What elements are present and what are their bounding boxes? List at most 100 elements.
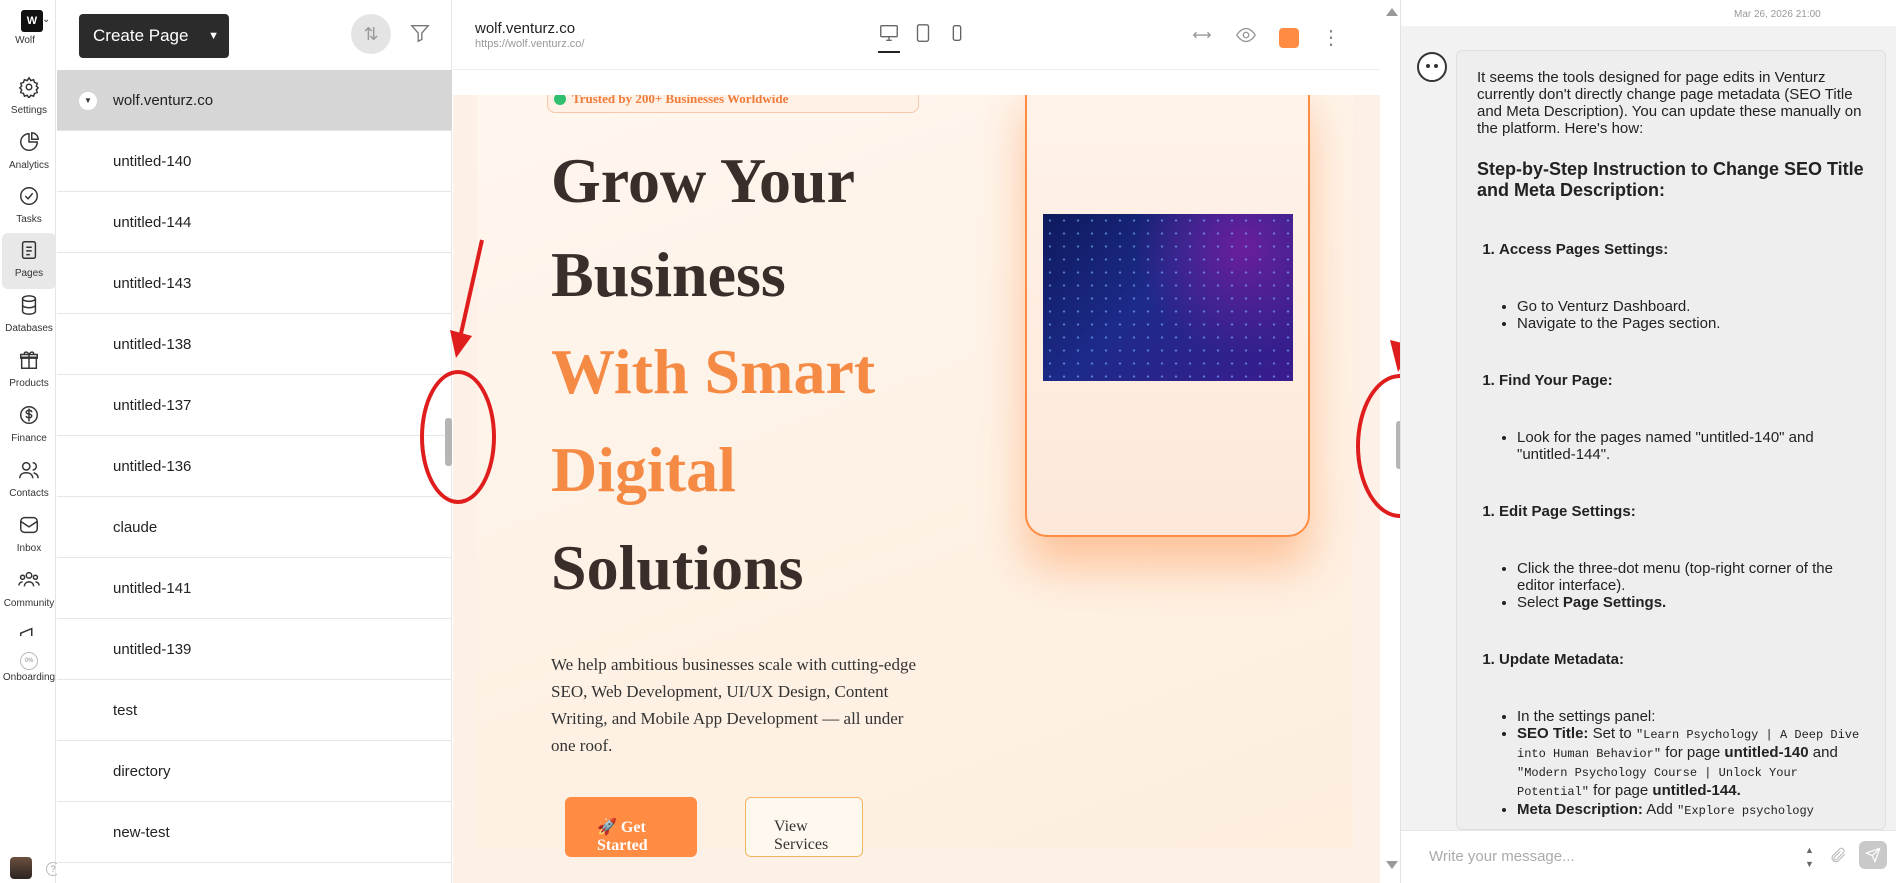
message-intro: It seems the tools designed for page edi…	[1477, 69, 1862, 137]
rail-item-onboarding[interactable]: 0% Onboarding	[2, 642, 56, 698]
bold-text: untitled-144.	[1652, 782, 1741, 799]
page-row[interactable]: untitled-139	[57, 619, 452, 680]
page-row[interactable]: untitled-140	[57, 131, 452, 192]
hero-section: Trusted by 200+ Businesses Worldwide Gro…	[477, 95, 1353, 857]
step-bullet: Go to Venturz Dashboard.	[1517, 298, 1871, 315]
rail-label-databases: Databases	[5, 323, 53, 334]
funnel-icon	[410, 24, 430, 43]
rail-label-settings: Settings	[10, 105, 48, 116]
app-root: W ⌄ Wolf Settings Analytics Tasks Pages …	[0, 0, 1896, 883]
preview-toolbar: wolf.venturz.co https://wolf.venturz.co/…	[453, 0, 1380, 70]
eye-icon[interactable]	[1235, 24, 1257, 51]
red-circle-left	[420, 370, 496, 504]
create-page-button[interactable]: Create Page ▼	[79, 14, 229, 58]
rail-item-products[interactable]: Products	[2, 343, 56, 399]
step-bullet: Navigate to the Pages section.	[1517, 315, 1871, 332]
brand-color-swatch[interactable]	[1279, 27, 1299, 48]
rail-item-settings[interactable]: Settings	[2, 70, 56, 126]
text: for page	[1661, 744, 1725, 761]
rail-item-community[interactable]: Community	[2, 563, 56, 619]
avatar[interactable]	[10, 857, 32, 879]
step-bullet: SEO Title: Set to "Learn Psychology | A …	[1517, 725, 1871, 801]
kebab-menu-icon[interactable]: ⋮	[1321, 28, 1341, 48]
step-bullet: Look for the pages named "untitled-140" …	[1517, 429, 1871, 463]
bold-text: Page Settings.	[1562, 594, 1667, 611]
page-row[interactable]: untitled-141	[57, 558, 452, 619]
sort-icon[interactable]: ⇅	[351, 14, 391, 54]
text: for page	[1589, 782, 1653, 799]
hero-title-line-5: Solutions	[551, 532, 804, 603]
hero-title-line-1: Grow Your	[551, 145, 855, 216]
code-text: "Explore psychology	[1677, 804, 1814, 818]
filter-icon[interactable]	[409, 22, 431, 49]
step-bullets: Look for the pages named "untitled-140" …	[1517, 429, 1871, 463]
step-list: Access Pages Settings:	[1499, 241, 1871, 258]
workspace-name: Wolf	[15, 35, 35, 46]
dollar-circle-icon	[20, 406, 38, 424]
pages-header: Create Page ▼ ⇅	[57, 0, 452, 70]
text: and	[1808, 744, 1838, 761]
page-row[interactable]: test	[57, 680, 452, 741]
step-title: Find Your Page:	[1499, 372, 1871, 389]
scroll-down-icon[interactable]	[1386, 861, 1398, 869]
device-switcher	[878, 22, 968, 53]
page-row[interactable]: untitled-143	[57, 253, 452, 314]
page-list: ▼ wolf.venturz.co untitled-140 untitled-…	[57, 70, 452, 863]
step-title: Update Metadata:	[1499, 651, 1871, 668]
rail-item-finance[interactable]: Finance	[2, 398, 56, 454]
page-row[interactable]: untitled-138	[57, 314, 452, 375]
view-services-button[interactable]: View Services	[745, 797, 863, 857]
message-heading: Step-by-Step Instruction to Change SEO T…	[1477, 159, 1864, 200]
collapse-toggle-icon[interactable]: ▼	[79, 92, 97, 110]
step-bullet: Click the three-dot menu (top-right corn…	[1517, 560, 1871, 594]
rail-label-onboarding: Onboarding	[2, 672, 56, 683]
mail-icon	[20, 516, 38, 534]
step-bullets: Go to Venturz Dashboard. Navigate to the…	[1517, 298, 1871, 332]
workspace-switcher[interactable]: W ⌄ Wolf	[12, 10, 52, 46]
stepper-icon[interactable]: ▲ ▼	[1805, 843, 1814, 871]
page-row[interactable]: claude	[57, 497, 452, 558]
chat-composer: Write your message... ▲ ▼	[1401, 830, 1896, 883]
phone-mockup	[1025, 95, 1310, 537]
step-title: Edit Page Settings:	[1499, 503, 1871, 520]
network-image	[1043, 214, 1293, 381]
rail-label-pages: Pages	[14, 268, 44, 279]
site-url[interactable]: https://wolf.venturz.co/	[475, 38, 584, 50]
step-title: Access Pages Settings:	[1499, 241, 1871, 258]
page-row[interactable]: untitled-137	[57, 375, 452, 436]
trusted-text: Trusted by 200+ Businesses Worldwide	[572, 95, 789, 106]
rail-item-contacts[interactable]: Contacts	[2, 453, 56, 509]
mobile-icon[interactable]	[946, 22, 968, 53]
bold-text: untitled-140	[1724, 744, 1809, 761]
rail-item-tasks[interactable]: Tasks	[2, 179, 56, 235]
rail-item-partial[interactable]	[2, 618, 56, 636]
desktop-icon[interactable]	[878, 22, 900, 53]
get-started-button[interactable]: 🚀 Get Started	[565, 797, 697, 857]
preview-canvas: Trusted by 200+ Businesses Worldwide Gro…	[453, 95, 1380, 883]
page-row[interactable]: untitled-144	[57, 192, 452, 253]
workspace-logo: W	[21, 10, 43, 32]
caret-down-icon[interactable]: ▼	[208, 14, 219, 58]
page-row[interactable]: directory	[57, 741, 452, 802]
trusted-badge: Trusted by 200+ Businesses Worldwide	[547, 95, 919, 113]
rail-item-analytics[interactable]: Analytics	[2, 125, 56, 181]
scroll-up-icon[interactable]	[1386, 8, 1398, 16]
rail-item-databases[interactable]: Databases	[2, 288, 56, 344]
page-row-root[interactable]: ▼ wolf.venturz.co	[57, 70, 452, 131]
step-bullet: In the settings panel:	[1517, 708, 1871, 725]
pages-panel: Create Page ▼ ⇅ ▼ wolf.venturz.co untitl…	[57, 0, 452, 883]
gift-icon	[20, 351, 38, 369]
progress-circle-icon: 0%	[20, 652, 38, 670]
page-row[interactable]: new-test	[57, 802, 452, 863]
resize-horizontal-icon[interactable]	[1191, 24, 1213, 51]
message-input[interactable]: Write your message...	[1429, 848, 1575, 865]
send-icon	[1864, 847, 1881, 864]
bold-text: Meta Description:	[1517, 801, 1643, 818]
rail-item-pages[interactable]: Pages	[2, 233, 56, 289]
preview-actions: ⋮	[1191, 24, 1341, 51]
send-button[interactable]	[1859, 841, 1887, 869]
page-row[interactable]: untitled-136	[57, 436, 452, 497]
hero-title-line-3: With Smart	[551, 336, 876, 407]
tablet-icon[interactable]	[912, 22, 934, 53]
rail-item-inbox[interactable]: Inbox	[2, 508, 56, 564]
